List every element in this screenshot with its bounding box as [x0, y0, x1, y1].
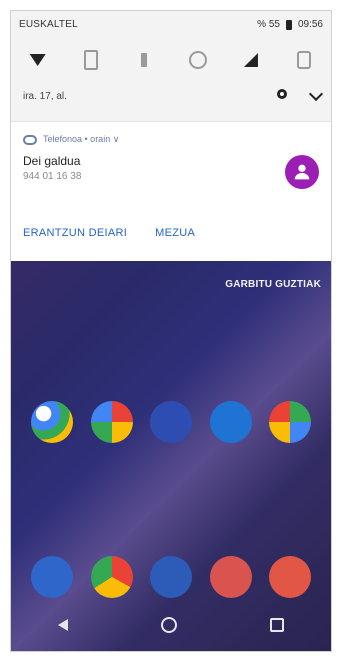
carrier-name: EUSKALTEL	[19, 19, 78, 30]
person-icon	[294, 164, 310, 180]
date-row: ira. 17, al.	[11, 83, 331, 111]
settings-gear-icon[interactable]	[277, 89, 287, 99]
back-icon[interactable]	[57, 619, 68, 631]
notification-actions: ERANTZUN DEIARI MEZUA	[23, 227, 195, 239]
status-bar: EUSKALTEL % 55 09:56	[11, 11, 331, 37]
message-button[interactable]: MEZUA	[155, 227, 195, 239]
rotate-icon	[188, 51, 207, 69]
settings-app-icon[interactable]	[150, 556, 192, 598]
play-store-icon[interactable]	[269, 401, 311, 443]
home-icon[interactable]	[160, 617, 177, 633]
call-back-button[interactable]: ERANTZUN DEIARI	[23, 227, 127, 239]
date-text: ira. 17, al.	[23, 91, 67, 102]
data-tile[interactable]	[290, 46, 318, 74]
bluetooth-tile[interactable]	[77, 46, 105, 74]
status-right: % 55 09:56	[257, 19, 323, 30]
rotate-tile[interactable]	[184, 46, 212, 74]
messages-app-icon[interactable]	[150, 401, 192, 443]
caller-number: 944 01 16 38	[23, 171, 82, 182]
home-screen-background: GARBITU GUZTIAK	[11, 261, 331, 651]
camera-app-icon[interactable]	[209, 556, 252, 598]
flashlight-tile[interactable]	[130, 46, 158, 74]
signal-tile[interactable]	[237, 46, 265, 74]
wifi-tile[interactable]	[24, 46, 52, 74]
date-row-icons	[277, 86, 324, 102]
chrome-app-icon[interactable]	[90, 556, 133, 598]
missed-call-notification[interactable]: Telefonoa • orain ∨ Dei galdua 944 01 16…	[11, 121, 331, 263]
quick-settings-panel: EUSKALTEL % 55 09:56 ira. 17, al.	[11, 11, 331, 121]
data-icon	[297, 51, 312, 69]
contact-avatar	[285, 155, 319, 189]
notification-title: Dei galdua	[23, 154, 81, 168]
wifi-icon	[29, 54, 46, 66]
duo-app-icon[interactable]	[209, 401, 252, 443]
phone-app-icon	[23, 134, 37, 145]
google-app-icon[interactable]	[31, 401, 73, 443]
flashlight-icon	[141, 53, 148, 67]
photos-app-icon[interactable]	[90, 401, 133, 443]
battery-icon	[285, 19, 292, 30]
clock: 09:56	[297, 19, 323, 30]
navigation-bar	[11, 599, 331, 651]
phone-app-dock-icon[interactable]	[31, 556, 73, 598]
signal-icon	[243, 53, 258, 67]
phone-frame: EUSKALTEL % 55 09:56 ira. 17, al. Telefo…	[10, 10, 332, 652]
battery-percent: % 55	[257, 19, 280, 30]
dock-row	[31, 556, 311, 598]
home-app-row	[31, 401, 311, 443]
gmail-app-icon[interactable]	[269, 556, 311, 598]
notification-source: Telefonoa • orain ∨	[43, 134, 120, 144]
notification-app-line: Telefonoa • orain ∨	[23, 134, 119, 145]
expand-chevron-icon[interactable]	[308, 86, 324, 102]
clear-all-button[interactable]: GARBITU GUZTIAK	[225, 279, 321, 290]
bluetooth-icon	[83, 50, 98, 70]
recent-apps-icon[interactable]	[270, 618, 285, 632]
quick-tiles	[11, 45, 331, 75]
